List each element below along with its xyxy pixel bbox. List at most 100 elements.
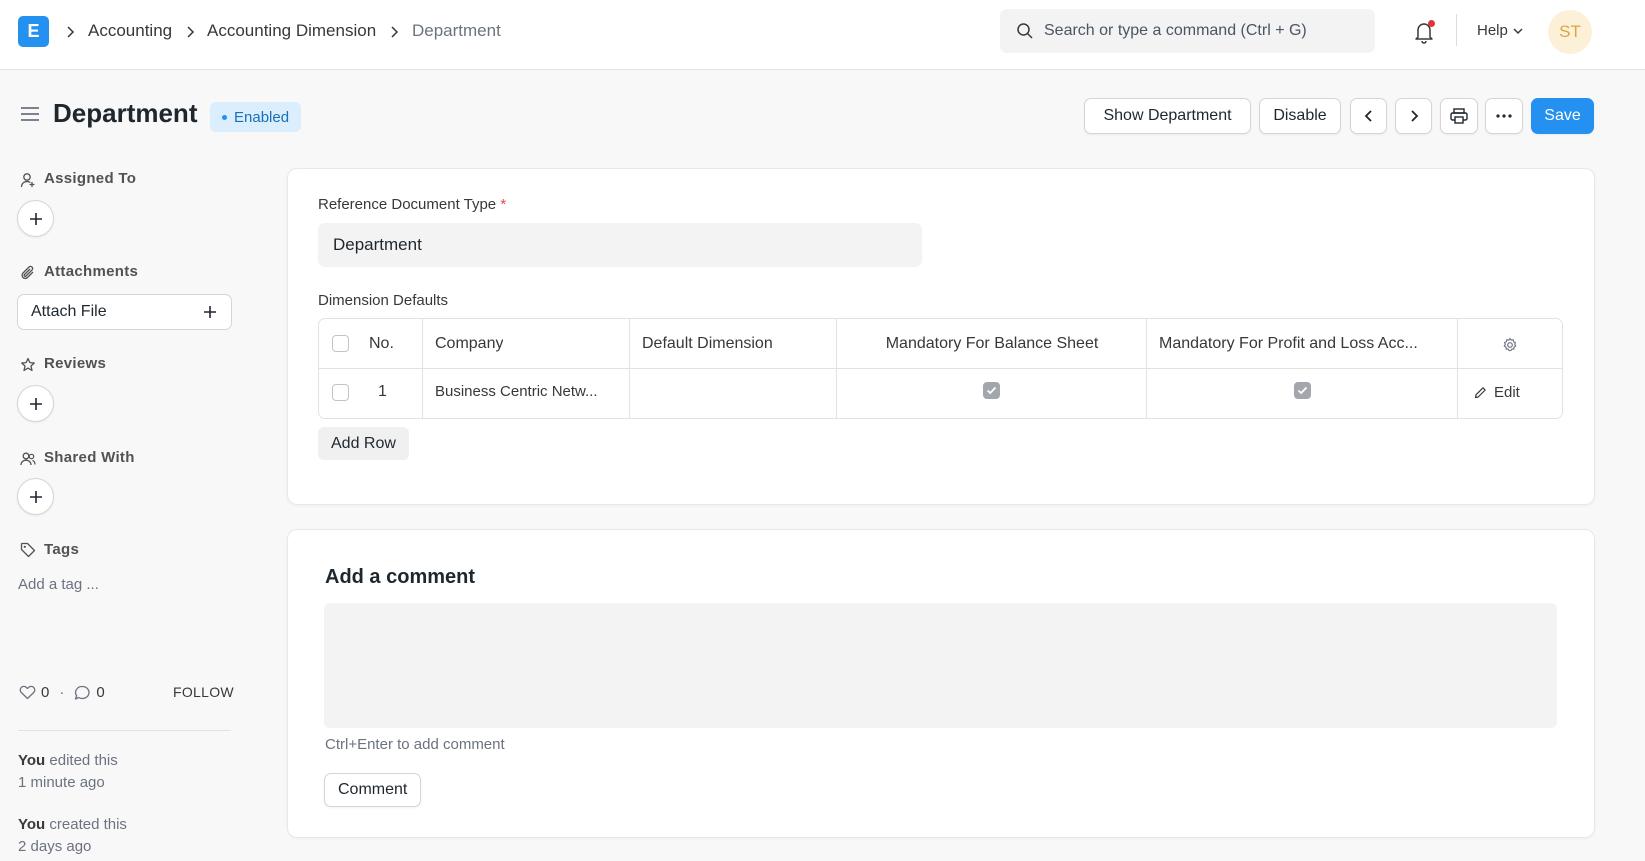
- row-mandatory-pl-checkbox[interactable]: [1294, 382, 1311, 399]
- like-count: 0: [41, 684, 50, 701]
- dimension-defaults-label: Dimension Defaults: [318, 292, 449, 309]
- comment-icon[interactable]: [74, 685, 91, 701]
- plus-icon: [29, 397, 42, 410]
- activity-actor: You: [18, 752, 46, 769]
- check-icon: [986, 386, 997, 395]
- row-edit-label: Edit: [1494, 384, 1520, 401]
- attach-file-label: Attach File: [31, 303, 107, 320]
- stats-separator: ·: [59, 684, 65, 701]
- chevron-right-icon: [67, 26, 75, 38]
- search-icon: [1017, 23, 1033, 39]
- previous-button[interactable]: [1350, 98, 1387, 134]
- comment-count: 0: [96, 684, 105, 701]
- gear-icon[interactable]: [1502, 337, 1518, 353]
- breadcrumb-department[interactable]: Department: [412, 21, 501, 41]
- pencil-icon: [1474, 387, 1486, 399]
- reference-document-type-field[interactable]: Department: [318, 223, 922, 267]
- sidebar-divider: [18, 730, 231, 731]
- row-edit-button[interactable]: Edit: [1474, 384, 1520, 401]
- help-menu[interactable]: Help: [1477, 22, 1508, 39]
- printer-icon: [1450, 108, 1468, 124]
- next-button[interactable]: [1395, 98, 1432, 134]
- activity-item: You created this 2 days ago: [18, 814, 238, 858]
- required-marker: *: [500, 196, 507, 213]
- activity-item: You edited this 1 minute ago: [18, 750, 238, 794]
- disable-button[interactable]: Disable: [1259, 98, 1341, 134]
- plus-icon: [204, 306, 216, 318]
- navbar: E Accounting Accounting Dimension Depart…: [0, 0, 1645, 70]
- activity-action: created this: [45, 816, 127, 833]
- row-select-checkbox[interactable]: [332, 384, 349, 401]
- follow-button[interactable]: FOLLOW: [173, 684, 234, 700]
- tags-label: Tags: [44, 541, 80, 558]
- user-icon: [20, 173, 35, 188]
- page-title: Department: [53, 98, 198, 128]
- select-all-checkbox[interactable]: [332, 335, 349, 352]
- column-header-default-dimension: Default Dimension: [642, 335, 773, 352]
- add-tag-link[interactable]: Add a tag ...: [18, 576, 99, 593]
- breadcrumb-accounting-dimension[interactable]: Accounting Dimension: [207, 21, 376, 41]
- dimension-defaults-table: No. Company Default Dimension Mandatory …: [318, 318, 1563, 419]
- search-bar[interactable]: [1000, 9, 1375, 53]
- navbar-divider: [1456, 14, 1457, 46]
- add-row-button[interactable]: Add Row: [318, 427, 409, 460]
- table-col-mandatory-pl: [1147, 319, 1458, 418]
- comment-input[interactable]: [324, 603, 1557, 728]
- reference-document-type-label: Reference Document Type *: [318, 196, 506, 213]
- add-share-button[interactable]: [17, 478, 54, 515]
- row-index: 1: [378, 383, 387, 400]
- add-assignee-button[interactable]: [17, 200, 54, 237]
- form-card: Reference Document Type * Department Dim…: [287, 168, 1595, 505]
- comment-section-title: Add a comment: [325, 566, 476, 588]
- chevron-left-icon: [1364, 110, 1372, 122]
- paperclip-icon: [21, 265, 34, 280]
- attachments-label: Attachments: [44, 263, 139, 280]
- check-icon: [1297, 386, 1308, 395]
- comment-hint: Ctrl+Enter to add comment: [325, 736, 505, 753]
- column-header-mandatory-pl: Mandatory For Profit and Loss Acc...: [1159, 335, 1418, 352]
- table-col-default-dimension: [630, 319, 837, 418]
- assigned-to-label: Assigned To: [44, 170, 137, 187]
- comment-submit-button[interactable]: Comment: [324, 773, 422, 807]
- row-company[interactable]: Business Centric Netw...: [435, 383, 620, 400]
- sidebar-toggle-icon[interactable]: [20, 106, 40, 122]
- table-col-mandatory-bs: [837, 319, 1147, 418]
- chevron-down-icon[interactable]: [1512, 27, 1524, 35]
- status-label: Enabled: [234, 108, 290, 126]
- table-col-index: [319, 319, 423, 418]
- column-header-company: Company: [435, 335, 504, 352]
- more-actions-button[interactable]: [1485, 98, 1523, 134]
- save-button[interactable]: Save: [1531, 98, 1594, 134]
- status-dot: [222, 114, 227, 120]
- heart-icon[interactable]: [19, 685, 36, 700]
- column-header-no: No.: [369, 335, 394, 352]
- activity-action: edited this: [45, 752, 118, 769]
- breadcrumb-accounting[interactable]: Accounting: [88, 21, 172, 41]
- chevron-right-icon: [391, 26, 399, 38]
- shared-with-label: Shared With: [44, 449, 135, 466]
- add-review-button[interactable]: [17, 385, 54, 422]
- print-button[interactable]: [1440, 98, 1478, 134]
- activity-time: 2 days ago: [18, 838, 92, 855]
- user-avatar[interactable]: ST: [1548, 10, 1592, 54]
- plus-icon: [29, 490, 42, 503]
- notification-dot: [1428, 20, 1435, 27]
- show-department-button[interactable]: Show Department: [1084, 98, 1251, 134]
- chevron-right-icon: [1410, 110, 1418, 122]
- activity-actor: You: [18, 816, 46, 833]
- plus-icon: [29, 212, 42, 225]
- chevron-right-icon: [187, 26, 195, 38]
- reviews-label: Reviews: [44, 355, 107, 372]
- activity-time: 1 minute ago: [18, 774, 105, 791]
- users-icon: [20, 452, 36, 466]
- search-input[interactable]: [1044, 9, 1364, 53]
- attach-file-button[interactable]: Attach File: [17, 294, 232, 330]
- table-col-company: [423, 319, 630, 418]
- field-label-text: Reference Document Type: [318, 196, 497, 213]
- star-icon: [21, 357, 35, 372]
- tag-icon: [20, 542, 36, 558]
- doc-stats: 0 · 0: [19, 684, 105, 701]
- comment-card: Add a comment Ctrl+Enter to add comment …: [287, 529, 1595, 838]
- row-mandatory-bs-checkbox[interactable]: [983, 382, 1000, 399]
- app-logo[interactable]: E: [18, 16, 49, 47]
